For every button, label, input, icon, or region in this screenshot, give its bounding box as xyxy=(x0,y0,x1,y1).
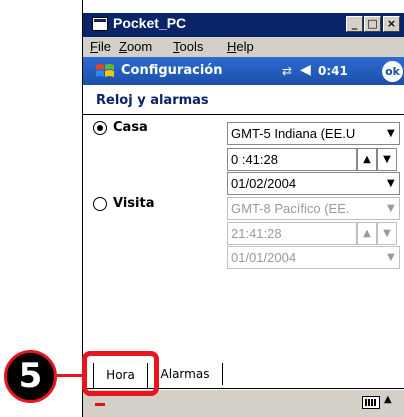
page-title: Reloj y alarmas xyxy=(96,93,209,108)
menu-zoom[interactable]: Zoom xyxy=(119,39,152,54)
connectivity-icon[interactable]: ⇄ xyxy=(282,64,292,78)
chevron-down-icon[interactable]: ▼ xyxy=(387,128,395,139)
home-date-field[interactable]: 01/02/2004 xyxy=(227,172,400,195)
tab-alarmas[interactable]: Alarmas xyxy=(148,363,223,385)
home-time-down-button[interactable]: ▼ xyxy=(377,148,397,171)
visit-radio[interactable] xyxy=(93,197,107,211)
visit-time-value: 21:41:28 xyxy=(231,226,282,241)
callout-number-badge: 5 xyxy=(4,350,57,403)
chevron-down-icon: ▼ xyxy=(387,203,395,214)
visit-label: Visita xyxy=(113,196,155,211)
chevron-down-icon: ▼ xyxy=(387,252,395,263)
radio-selected-dot xyxy=(97,125,103,131)
menu-tools[interactable]: Tools xyxy=(173,39,203,54)
chevron-up-icon[interactable]: ▲ xyxy=(384,394,392,405)
chevron-down-icon[interactable]: ▼ xyxy=(387,178,395,189)
visit-timezone-value: GMT-8 Pacífico (EE. xyxy=(231,201,350,216)
ok-button[interactable]: ok xyxy=(382,61,403,82)
home-time-field[interactable]: 0 :41:28 xyxy=(227,148,357,171)
divider xyxy=(83,114,404,115)
speaker-icon[interactable]: ◀︎ xyxy=(300,62,311,78)
home-timezone-select[interactable]: GMT-5 Indiana (EE.U xyxy=(227,122,400,145)
windows-flag-icon[interactable] xyxy=(95,62,115,80)
visit-time-up-button: ▲ xyxy=(357,222,377,245)
home-time-up-button[interactable]: ▲ xyxy=(357,148,377,171)
red-marker xyxy=(95,403,105,406)
visit-time-down-button: ▼ xyxy=(377,222,397,245)
home-label: Casa xyxy=(113,120,148,135)
callout-highlight-box xyxy=(82,351,159,396)
home-radio[interactable] xyxy=(93,121,107,135)
visit-time-field: 21:41:28 xyxy=(227,222,357,245)
menu-help[interactable]: Help xyxy=(227,39,254,54)
home-time-value: 0 :41:28 xyxy=(231,152,278,167)
visit-date-field: 01/01/2004 xyxy=(227,246,400,269)
maximize-button[interactable]: □ xyxy=(364,16,381,32)
home-timezone-value: GMT-5 Indiana (EE.U xyxy=(231,126,356,141)
visit-timezone-select: GMT-8 Pacífico (EE. xyxy=(227,197,400,220)
device-clock[interactable]: 0:41 xyxy=(318,64,348,78)
device-title: Configuración xyxy=(121,63,223,78)
app-window-icon xyxy=(92,17,108,31)
window-title: Pocket_PC xyxy=(113,15,187,31)
minimize-button[interactable]: _ xyxy=(346,16,363,32)
visit-date-value: 01/01/2004 xyxy=(231,250,297,265)
keyboard-icon[interactable] xyxy=(362,396,380,409)
callout-connector xyxy=(57,374,83,377)
home-date-value: 01/02/2004 xyxy=(231,176,297,191)
menu-file[interactable]: File xyxy=(90,39,111,54)
close-button[interactable]: × xyxy=(383,16,400,32)
